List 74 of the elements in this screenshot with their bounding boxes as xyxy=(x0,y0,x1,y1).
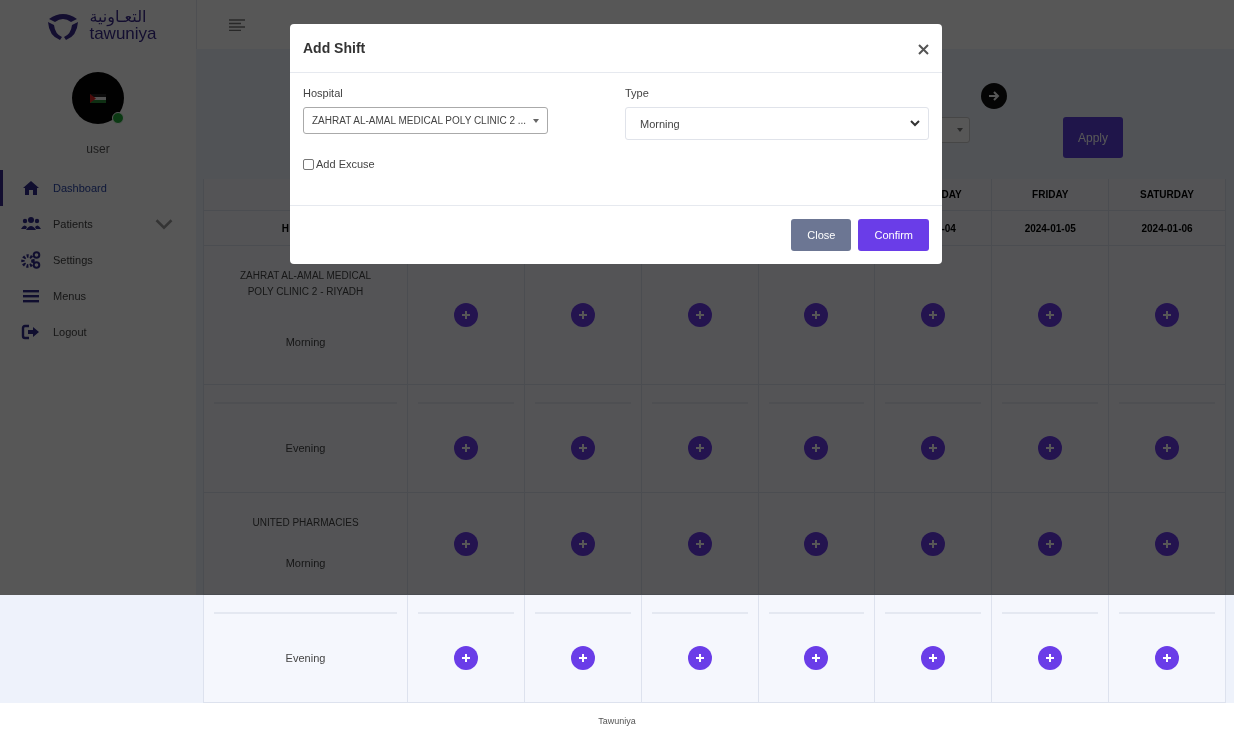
add-shift-button[interactable] xyxy=(1038,646,1063,670)
plus-icon xyxy=(1162,538,1173,549)
plus-icon xyxy=(928,538,939,549)
menu-icon[interactable] xyxy=(229,18,245,31)
plus-icon xyxy=(460,538,471,549)
plus-icon xyxy=(1045,538,1056,549)
nav-item[interactable]: Logout xyxy=(0,314,196,350)
home-icon xyxy=(21,178,41,198)
add-shift-button[interactable] xyxy=(687,646,712,670)
shift-label: Morning xyxy=(285,336,326,348)
plus-icon xyxy=(1045,653,1056,663)
plus-icon xyxy=(694,310,705,320)
hospital-name: UNITED PHARMACIES xyxy=(251,516,360,530)
logout-icon xyxy=(21,322,41,342)
plus-icon xyxy=(1162,443,1173,453)
field-label: Hospital xyxy=(303,87,344,99)
plus-icon xyxy=(460,310,471,320)
plus-icon xyxy=(1045,443,1056,453)
plus-icon xyxy=(1045,310,1056,320)
type-select[interactable]: Morning xyxy=(625,107,929,140)
add-shift-button[interactable] xyxy=(453,646,478,670)
plus-icon xyxy=(460,653,471,663)
hospital-select[interactable]: ZAHRAT AL-AMAL MEDICAL POLY CLINIC 2 ... xyxy=(303,107,548,134)
nav-item[interactable]: Dashboard xyxy=(0,170,196,206)
plus-icon xyxy=(694,653,705,663)
plus-icon xyxy=(1162,653,1173,663)
caret-icon xyxy=(533,118,539,123)
column-header: FRIDAY xyxy=(1032,189,1069,200)
plus-icon xyxy=(577,538,588,549)
logo-text: tawuniya xyxy=(89,24,157,42)
add-shift-button[interactable] xyxy=(804,646,829,670)
checkbox-label: Add Excuse xyxy=(316,158,375,170)
plus-icon xyxy=(577,653,588,663)
plus-icon xyxy=(577,310,588,320)
checkbox[interactable] xyxy=(303,158,314,170)
nav-item[interactable]: Settings xyxy=(0,242,196,278)
plus-icon xyxy=(811,310,822,320)
plus-icon xyxy=(577,443,588,453)
column-header: H xyxy=(281,222,289,234)
column-header: SATURDAY xyxy=(1140,189,1194,200)
plus-icon xyxy=(694,538,705,549)
shift-label: Evening xyxy=(285,652,326,664)
next-arrow-button[interactable] xyxy=(981,83,1007,110)
confirm-button[interactable]: Confirm xyxy=(858,219,929,251)
nav-item[interactable]: Patients xyxy=(0,206,196,242)
plus-icon xyxy=(1162,310,1173,320)
field-label: Type xyxy=(625,87,650,99)
plus-icon xyxy=(694,443,705,453)
shift-label: Evening xyxy=(285,442,326,454)
modal-title: Add Shift xyxy=(303,40,366,56)
nav-item[interactable]: Menus xyxy=(0,278,196,314)
column-header: DAY xyxy=(941,189,962,200)
plus-icon xyxy=(928,653,939,663)
column-header: -04 xyxy=(941,222,956,234)
plus-icon xyxy=(928,310,939,320)
caret-icon xyxy=(957,128,963,133)
user-name: user xyxy=(86,142,110,156)
plus-icon xyxy=(460,443,471,453)
gears-icon xyxy=(21,250,41,270)
apply-button[interactable]: Apply xyxy=(1063,117,1123,159)
column-header: 2024-01-05 xyxy=(1024,222,1076,234)
chevron-down-icon xyxy=(910,120,920,127)
close-button[interactable]: Close xyxy=(791,219,852,251)
footer-text: Tawuniya xyxy=(598,715,636,726)
plus-icon xyxy=(811,538,822,549)
add-shift-button[interactable] xyxy=(570,646,595,670)
plus-icon xyxy=(811,653,822,663)
column-header: 2024-01-06 xyxy=(1141,222,1193,234)
shift-label: Morning xyxy=(285,556,326,569)
logo-arabic-text: التعـاونية xyxy=(89,8,147,25)
add-shift-button[interactable] xyxy=(1155,646,1180,670)
plus-icon xyxy=(811,443,822,453)
add-shift-button[interactable] xyxy=(921,646,946,670)
plus-icon xyxy=(928,443,939,453)
